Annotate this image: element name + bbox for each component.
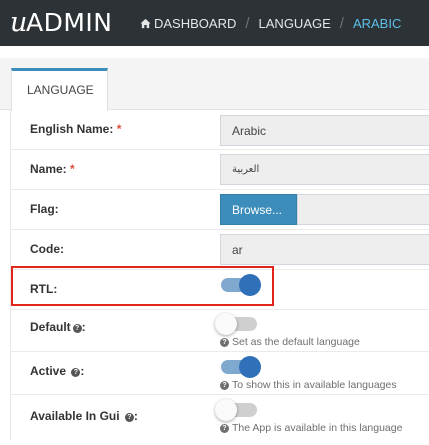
breadcrumb-arabic: ARABIC — [352, 15, 402, 31]
toggle-knob — [215, 399, 237, 421]
brand-logo-text: ADMIN — [26, 8, 113, 37]
question-circle-icon: ? — [220, 380, 229, 390]
code-row: Code: ar — [11, 230, 429, 270]
breadcrumb-dashboard-label: DASHBOARD — [154, 15, 237, 31]
english-name-row: English Name: * Arabic — [11, 110, 429, 150]
required-marker: * — [116, 122, 122, 136]
active-label-colon: : — [80, 364, 85, 378]
available-in-gui-help-text: The App is available in this language — [232, 422, 403, 434]
flag-label: Flag: — [30, 202, 59, 216]
flag-row: Flag: Browse... — [11, 190, 429, 230]
question-circle-icon: ? — [220, 337, 229, 347]
default-label: Default?: — [30, 320, 86, 334]
default-label-text: Default — [30, 320, 71, 334]
rtl-highlight-box — [11, 266, 274, 306]
active-label: Active ?: — [30, 364, 84, 378]
breadcrumb-separator: / — [245, 14, 250, 32]
default-help-text: Set as the default language — [232, 336, 360, 348]
code-input[interactable]: ar — [220, 234, 429, 265]
breadcrumb-dashboard[interactable]: DASHBOARD — [140, 16, 236, 31]
available-in-gui-toggle[interactable] — [215, 399, 257, 421]
question-circle-icon: ? — [72, 324, 82, 333]
available-in-gui-label-text: Available In Gui — [30, 409, 120, 423]
code-label: Code: — [30, 242, 64, 256]
breadcrumb-separator: / — [339, 14, 344, 32]
active-label-text: Active — [30, 364, 67, 378]
active-toggle[interactable] — [221, 356, 261, 378]
name-input[interactable]: العربية — [220, 154, 429, 185]
english-name-label-text: English Name: — [30, 122, 114, 136]
tab-language[interactable]: LANGUAGE — [11, 68, 108, 111]
flag-file-input[interactable] — [297, 194, 429, 225]
name-label: Name: * — [30, 162, 75, 176]
default-toggle[interactable] — [215, 313, 257, 335]
english-name-input[interactable]: Arabic — [220, 115, 429, 146]
active-row: Active ?: ? To show this in available lan… — [11, 352, 429, 395]
default-help: ? Set as the default language — [220, 336, 360, 348]
default-label-colon: : — [81, 320, 86, 334]
name-row: Name: * العربية — [11, 150, 429, 190]
toggle-knob — [215, 313, 237, 335]
top-navbar: u ADMIN DASHBOARD / LANGUAGE / ARABIC — [0, 0, 429, 46]
default-row: Default?: ? Set as the default language — [11, 310, 429, 352]
breadcrumb-language[interactable]: LANGUAGE — [259, 16, 331, 31]
required-marker: * — [70, 162, 75, 176]
english-name-label: English Name: * — [30, 122, 121, 136]
tab-bar: LANGUAGE — [0, 58, 429, 111]
active-help: ? To show this in available languages — [220, 379, 397, 391]
name-label-text: Name: — [30, 162, 67, 176]
question-circle-icon: ? — [220, 423, 229, 433]
available-in-gui-help: ? The App is available in this language — [220, 422, 402, 434]
brand-logo-u: u — [10, 7, 28, 38]
active-help-text: To show this in available languages — [232, 379, 397, 391]
toggle-knob — [239, 356, 261, 378]
available-in-gui-row: Available In Gui ?: ? The App is availabl… — [11, 395, 429, 440]
browse-button[interactable]: Browse... — [220, 194, 297, 225]
home-icon — [140, 18, 151, 28]
available-in-gui-label: Available In Gui ?: — [30, 409, 138, 423]
question-circle-icon: ? — [124, 413, 134, 422]
breadcrumb: DASHBOARD / LANGUAGE / ARABIC — [140, 0, 401, 46]
available-in-gui-label-colon: : — [133, 409, 138, 423]
